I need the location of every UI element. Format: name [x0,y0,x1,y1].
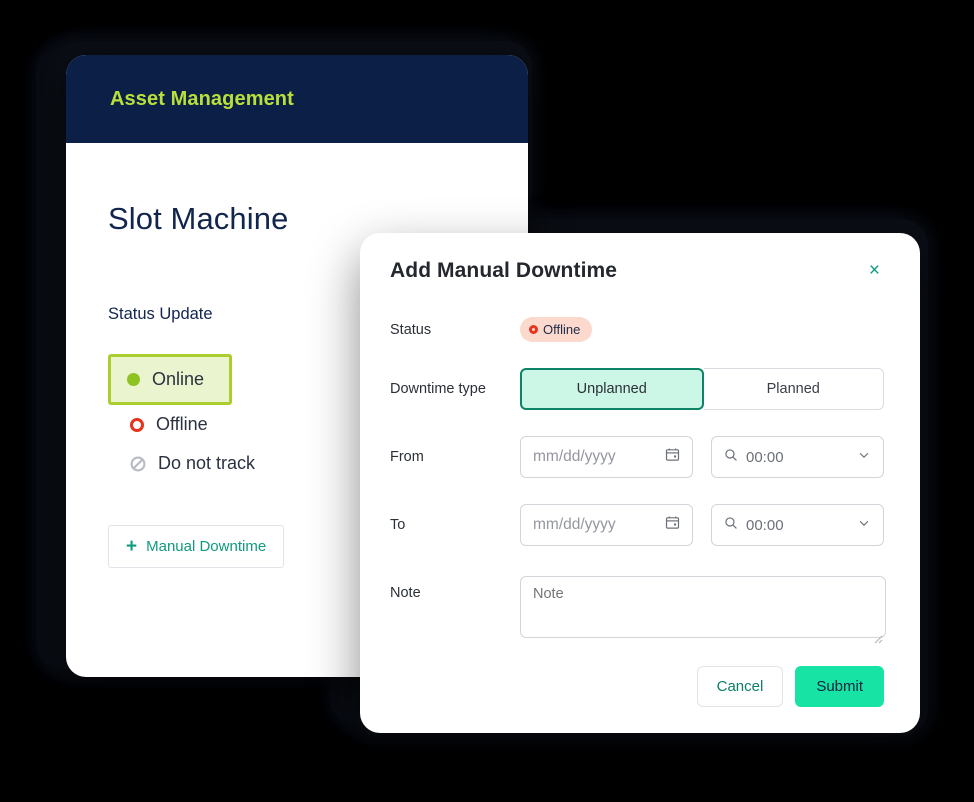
to-row: To mm/dd/yyyy 00:00 [390,504,884,546]
status-badge-label: Offline [543,322,581,337]
filled-circle-icon [127,373,140,386]
search-icon [724,448,738,467]
from-date-input[interactable]: mm/dd/yyyy [520,436,693,478]
status-option-online[interactable]: Online [108,354,232,405]
note-label: Note [390,585,421,601]
manual-downtime-button[interactable]: + Manual Downtime [108,525,285,568]
status-row: Status Offline [390,317,884,342]
calendar-icon[interactable] [665,447,680,467]
status-row-label: Status [390,321,432,338]
chevron-down-icon[interactable] [857,516,871,535]
close-icon[interactable]: × [865,259,884,282]
status-option-do-not-track-label: Do not track [158,453,256,473]
segment-planned[interactable]: Planned [703,368,884,410]
status-badge: Offline [520,317,593,342]
downtime-type-label: Downtime type [390,381,486,397]
segment-unplanned[interactable]: Unplanned [520,368,704,410]
from-date-placeholder: mm/dd/yyyy [533,448,616,465]
dialog-header: Add Manual Downtime × [390,259,884,283]
from-time-input[interactable]: 00:00 [711,436,884,478]
manual-downtime-button-label: Manual Downtime [146,538,267,555]
page-title: Slot Machine [108,201,289,236]
calendar-icon[interactable] [665,515,680,535]
status-option-online-label: Online [152,369,205,389]
note-input[interactable] [520,576,886,638]
ring-circle-icon [130,417,144,432]
app-header-title: Asset Management [110,87,294,110]
to-time-input[interactable]: 00:00 [711,504,884,546]
from-label: From [390,449,424,465]
downtime-type-row: Downtime type Unplanned Planned [390,368,884,410]
to-date-placeholder: mm/dd/yyyy [533,516,616,533]
note-row: Note [390,576,886,644]
submit-button[interactable]: Submit [795,666,884,707]
resize-grip-icon[interactable] [873,631,883,644]
app-header-bar: Asset Management [66,55,528,143]
to-date-input[interactable]: mm/dd/yyyy [520,504,693,546]
chevron-down-icon[interactable] [857,448,871,467]
from-time-value: 00:00 [746,448,784,466]
add-manual-downtime-dialog: Add Manual Downtime × Status Offline Dow… [360,233,920,733]
cancel-button[interactable]: Cancel [696,666,784,707]
to-time-value: 00:00 [746,516,784,534]
downtime-type-segmented-control: Unplanned Planned [520,368,884,410]
from-row: From mm/dd/yyyy 00:00 [390,436,884,478]
screenshot-stage: Asset Management Slot Machine Status Upd… [0,0,974,802]
plus-icon: + [126,536,138,557]
dialog-actions: Cancel Submit [390,666,884,707]
search-icon [724,516,738,535]
to-label: To [390,517,406,533]
dialog-title: Add Manual Downtime [390,259,618,282]
ring-circle-icon [529,325,538,334]
status-option-offline-label: Offline [156,414,208,434]
no-entry-icon [130,456,146,472]
